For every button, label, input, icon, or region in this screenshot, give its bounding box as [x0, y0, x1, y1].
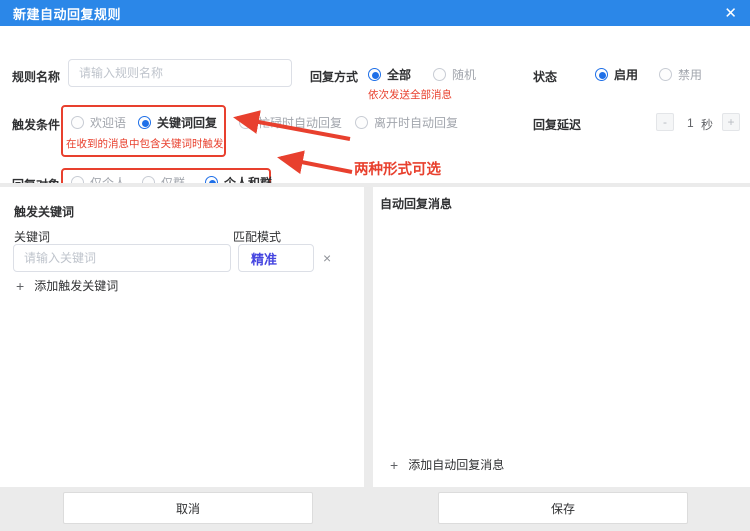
keyword-input[interactable] [13, 244, 231, 272]
radio-label: 随机 [452, 66, 476, 83]
radio-icon [433, 68, 446, 81]
trigger-note: 在收到的消息中包含关键词时触发 [66, 136, 224, 151]
close-icon[interactable]: ✕ [724, 6, 737, 21]
radio-label: 全部 [387, 66, 411, 83]
radio-label: 启用 [614, 66, 638, 83]
radio-label: 离开时自动回复 [374, 114, 458, 131]
add-auto-reply-message-button[interactable]: + 添加自动回复消息 [390, 456, 504, 473]
trigger-label: 触发条件 [12, 116, 60, 133]
remove-keyword-icon[interactable]: × [323, 251, 331, 265]
radio-icon [239, 116, 252, 129]
rule-name-input[interactable] [68, 59, 292, 87]
radio-trigger-away[interactable]: 离开时自动回复 [355, 114, 458, 130]
radio-icon [355, 116, 368, 129]
radio-label: 禁用 [678, 66, 702, 83]
radio-reply-mode-random[interactable]: 随机 [433, 66, 476, 82]
radio-trigger-busy[interactable]: 忙碌时自动回复 [239, 114, 342, 130]
radio-reply-mode-all[interactable]: 全部 [368, 66, 411, 82]
add-button-label: 添加触发关键词 [34, 277, 118, 294]
trigger-keywords-panel: 触发关键词 关键词 匹配模式 精准 × + 添加触发关键词 [0, 187, 364, 487]
dialog-titlebar: 新建自动回复规则 ✕ [0, 0, 750, 26]
messages-panel-title: 自动回复消息 [380, 195, 452, 212]
delay-plus-button[interactable]: + [722, 113, 740, 131]
annotation-note-top: 两种形式可选 [354, 158, 441, 179]
reply-mode-note: 依次发送全部消息 [368, 87, 452, 102]
match-mode-value: 精准 [251, 249, 277, 268]
keywords-panel-title: 触发关键词 [14, 203, 74, 220]
radio-label: 忙碌时自动回复 [258, 114, 342, 131]
status-label: 状态 [533, 68, 557, 85]
radio-trigger-keyword[interactable]: 关键词回复 [138, 114, 217, 130]
auto-reply-messages-panel: 自动回复消息 + 添加自动回复消息 [373, 187, 750, 487]
match-mode-label: 匹配模式 [233, 228, 281, 245]
delay-unit: 秒 [701, 116, 713, 133]
delay-minus-button[interactable]: - [656, 113, 674, 131]
rule-form: 规则名称 回复方式 全部 随机 依次发送全部消息 状态 启用 禁用 触发条件 欢… [0, 26, 750, 183]
cancel-button[interactable]: 取消 [63, 492, 313, 524]
radio-label: 关键词回复 [157, 114, 217, 131]
rule-name-label: 规则名称 [12, 68, 60, 85]
match-mode-select[interactable]: 精准 [238, 244, 314, 272]
radio-status-disabled[interactable]: 禁用 [659, 66, 702, 82]
plus-icon: + [390, 457, 398, 473]
radio-icon [595, 68, 608, 81]
radio-trigger-welcome[interactable]: 欢迎语 [71, 114, 126, 130]
save-button[interactable]: 保存 [438, 492, 688, 524]
reply-mode-label: 回复方式 [310, 68, 358, 85]
radio-icon [138, 116, 151, 129]
keyword-label: 关键词 [14, 228, 50, 245]
radio-label: 欢迎语 [90, 114, 126, 131]
dialog-title: 新建自动回复规则 [13, 4, 121, 23]
delay-value: 1 [687, 116, 694, 130]
reply-delay-label: 回复延迟 [533, 116, 581, 133]
add-button-label: 添加自动回复消息 [408, 456, 504, 473]
auto-reply-rule-dialog: 新建自动回复规则 ✕ 规则名称 回复方式 全部 随机 依次发送全部消息 状态 启… [0, 0, 750, 531]
radio-status-enabled[interactable]: 启用 [595, 66, 638, 82]
plus-icon: + [16, 278, 24, 294]
radio-icon [71, 116, 84, 129]
radio-icon [368, 68, 381, 81]
add-trigger-keyword-button[interactable]: + 添加触发关键词 [16, 277, 118, 294]
radio-icon [659, 68, 672, 81]
